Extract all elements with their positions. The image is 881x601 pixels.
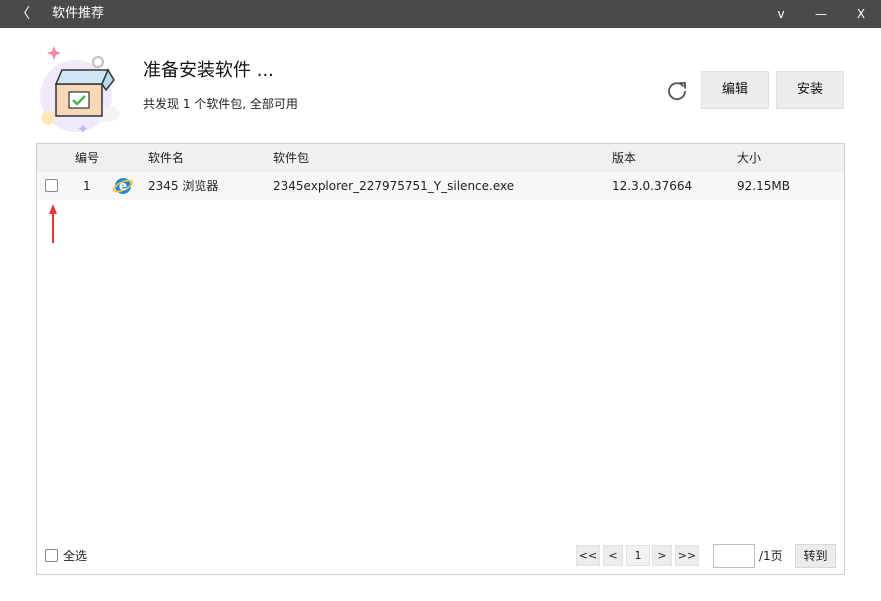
summary-text: 共发现 1 个软件包, 全部可用 [143,97,298,111]
refresh-icon[interactable] [666,80,688,102]
software-list-panel: 编号 软件名 软件包 版本 大小 1 e 2345 浏览器 2345explor… [36,143,845,575]
column-header-index: 编号 [75,151,100,165]
page-title: 准备安装软件 ... [143,60,274,81]
column-header-package: 软件包 [273,151,310,165]
row-package-file: 2345explorer_227975751_Y_silence.exe [273,179,515,193]
row-index: 1 [83,179,91,193]
total-pages-label: /1页 [759,549,783,563]
window-title: 软件推荐 [52,6,105,21]
minimize-button[interactable]: v [771,4,791,24]
page-number-input[interactable] [713,544,755,568]
column-header-version: 版本 [612,151,637,165]
browser-e-icon: e [113,178,133,194]
select-all-label[interactable]: 全选 [63,549,87,563]
next-page-button[interactable]: > [652,545,672,566]
row-version: 12.3.0.37664 [612,179,693,193]
install-button[interactable]: 安装 [776,71,844,109]
maximize-button[interactable]: — [811,4,831,24]
svg-text:e: e [119,179,127,193]
goto-page-button[interactable]: 转到 [795,544,836,568]
row-checkbox[interactable] [45,179,58,192]
last-page-button[interactable]: >> [675,545,699,566]
title-bar: 〈 软件推荐 v — X [0,0,881,28]
row-software-name: 2345 浏览器 [148,179,219,193]
edit-button[interactable]: 编辑 [701,71,769,109]
row-size: 92.15MB [737,179,790,193]
select-all-checkbox[interactable] [45,549,58,562]
close-button[interactable]: X [851,4,871,24]
back-icon[interactable]: 〈 [16,5,30,23]
table-row[interactable]: 1 e 2345 浏览器 2345explorer_227975751_Y_si… [37,172,844,200]
first-page-button[interactable]: << [576,545,600,566]
annotation-arrow-icon [49,204,57,243]
package-box-illustration-icon [40,46,120,133]
column-header-name: 软件名 [148,151,185,165]
current-page: 1 [626,545,650,566]
table-header: 编号 软件名 软件包 版本 大小 [37,144,844,172]
prev-page-button[interactable]: < [603,545,623,566]
column-header-size: 大小 [737,151,762,165]
